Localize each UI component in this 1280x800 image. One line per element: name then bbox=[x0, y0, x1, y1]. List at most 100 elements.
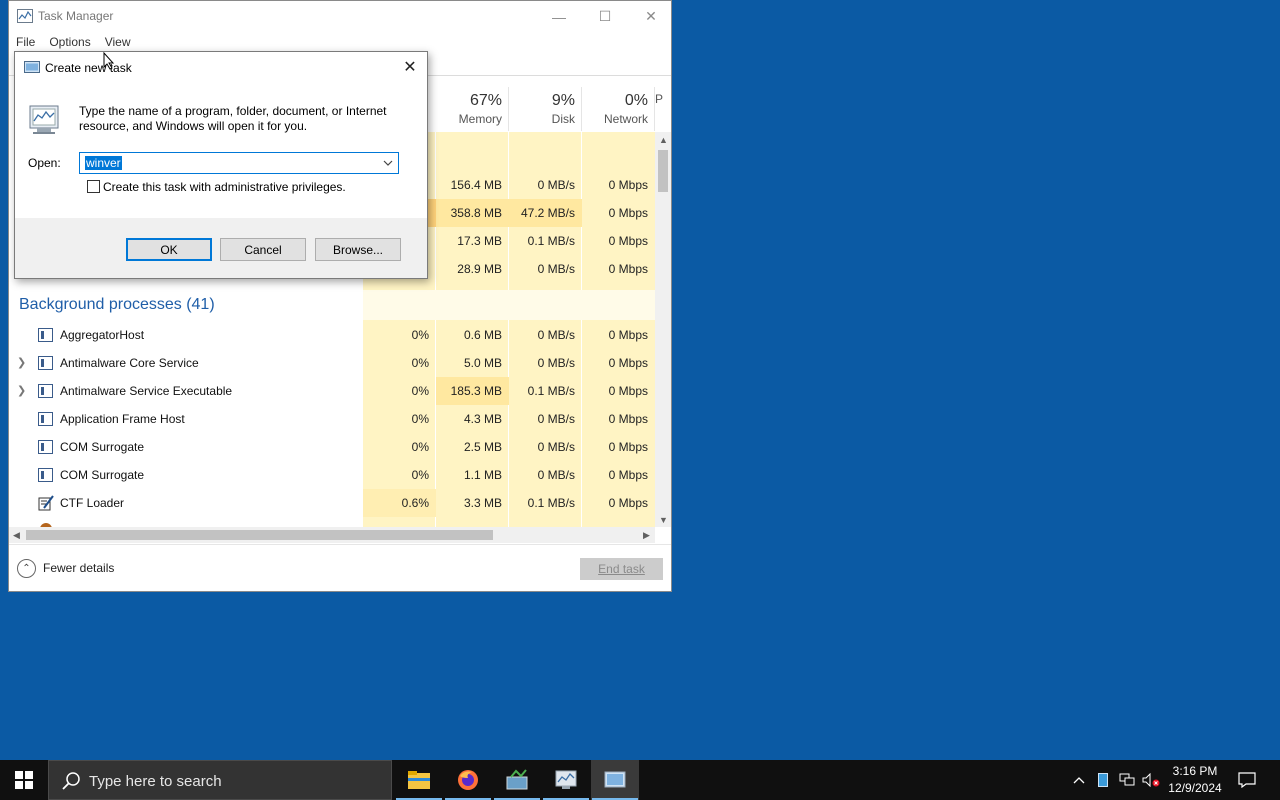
create-new-task-dialog: Create new task ✕ Type the name of a pro… bbox=[14, 51, 428, 279]
taskbar-file-explorer[interactable] bbox=[395, 760, 443, 800]
app-icon bbox=[555, 770, 577, 789]
scrollbar-thumb[interactable] bbox=[658, 150, 668, 192]
end-task-button[interactable]: End task bbox=[580, 558, 663, 580]
open-combobox[interactable]: winver bbox=[79, 152, 399, 174]
cpu-value: 0.6% bbox=[363, 489, 436, 517]
run-icon bbox=[24, 61, 40, 73]
task-manager-icon bbox=[17, 9, 33, 23]
disk-value: 0 MB/s bbox=[537, 468, 575, 482]
menu-options[interactable]: Options bbox=[42, 32, 97, 52]
search-placeholder: Type here to search bbox=[89, 773, 222, 790]
process-icon bbox=[38, 468, 53, 482]
clock-date: 12/9/2024 bbox=[1168, 781, 1222, 795]
scroll-down-icon[interactable]: ▼ bbox=[659, 515, 668, 525]
chevron-right-icon[interactable]: ❯ bbox=[17, 377, 26, 405]
open-input-value[interactable]: winver bbox=[85, 156, 122, 170]
disk-percent: 9% bbox=[551, 92, 575, 109]
chevron-up-icon[interactable]: ⌃ bbox=[17, 559, 36, 578]
network-value: 0 Mbps bbox=[608, 328, 648, 342]
table-row[interactable]: ❯ Antimalware Core Service 0% 5.0 MB 0 M… bbox=[9, 349, 655, 377]
table-row[interactable]: Application Frame Host 0% 4.3 MB 0 MB/s … bbox=[9, 405, 655, 433]
taskbar-app-3[interactable] bbox=[493, 760, 541, 800]
chevron-down-icon[interactable] bbox=[381, 156, 395, 170]
close-icon[interactable]: ✕ bbox=[399, 56, 421, 78]
ok-button[interactable]: OK bbox=[126, 238, 212, 261]
taskbar-search-box[interactable]: Type here to search bbox=[48, 760, 392, 800]
admin-checkbox-label[interactable]: Create this task with administrative pri… bbox=[103, 180, 346, 194]
process-name: COM Surrogate bbox=[60, 468, 145, 482]
tray-app-icon bbox=[1098, 773, 1108, 787]
fewer-details-link[interactable]: Fewer details bbox=[43, 561, 114, 575]
group-header[interactable]: Background processes (41) bbox=[9, 290, 655, 320]
process-icon bbox=[38, 412, 53, 426]
network-value: 0 Mbps bbox=[608, 496, 648, 510]
disk-value: 47.2 MB/s bbox=[509, 199, 582, 227]
disk-value: 0 MB/s bbox=[537, 328, 575, 342]
memory-value: 3.3 MB bbox=[463, 496, 502, 510]
background-processes-header: Background processes (41) bbox=[19, 296, 215, 313]
volume-tray[interactable] bbox=[1140, 760, 1162, 800]
scroll-left-icon[interactable]: ◀ bbox=[13, 530, 20, 541]
process-name: Antimalware Core Service bbox=[60, 356, 199, 370]
dialog-title-bar[interactable]: Create new task ✕ bbox=[15, 52, 427, 82]
vertical-scrollbar[interactable]: ▲ ▼ bbox=[655, 132, 671, 527]
show-hidden-icons[interactable] bbox=[1068, 760, 1090, 800]
cpu-value: 0% bbox=[411, 440, 429, 454]
column-disk[interactable]: 9% Disk bbox=[509, 87, 582, 131]
disk-value: 0 MB/s bbox=[537, 356, 575, 370]
start-button[interactable] bbox=[0, 760, 48, 800]
tray-app[interactable] bbox=[1092, 760, 1114, 800]
process-name: AggregatorHost bbox=[60, 328, 145, 342]
scrollbar-thumb[interactable] bbox=[26, 530, 493, 540]
volume-muted-icon bbox=[1142, 773, 1160, 787]
table-row[interactable]: COM Surrogate 0% 1.1 MB 0 MB/s 0 Mbps bbox=[9, 461, 655, 489]
memory-value: 358.8 MB bbox=[436, 199, 509, 227]
menu-bar: File Options View bbox=[9, 32, 671, 52]
table-row[interactable]: COM Surrogate 0% 2.5 MB 0 MB/s 0 Mbps bbox=[9, 433, 655, 461]
network-tray[interactable] bbox=[1116, 760, 1138, 800]
memory-value: 0.6 MB bbox=[463, 328, 502, 342]
clock-time: 3:16 PM bbox=[1172, 764, 1218, 778]
table-row[interactable]: ❯ Antimalware Service Executable 0% 185.… bbox=[9, 377, 655, 405]
table-row[interactable]: CTF Loader 0.6% 3.3 MB 0.1 MB/s 0 Mbps bbox=[9, 489, 655, 517]
memory-percent: 67% bbox=[469, 92, 502, 109]
minimize-button[interactable]: — bbox=[536, 1, 582, 32]
network-value: 0 Mbps bbox=[608, 440, 648, 454]
maximize-button[interactable]: ☐ bbox=[582, 1, 628, 32]
taskbar: Type here to search 3:16 PM 12/9/2024 bbox=[0, 760, 1280, 800]
cancel-button[interactable]: Cancel bbox=[220, 238, 306, 261]
network-value: 0 Mbps bbox=[608, 468, 648, 482]
column-power[interactable]: P bbox=[655, 87, 671, 131]
admin-checkbox[interactable] bbox=[87, 180, 100, 193]
scroll-right-icon[interactable]: ▶ bbox=[643, 530, 650, 541]
task-manager-icon bbox=[604, 771, 626, 788]
table-row[interactable] bbox=[9, 517, 655, 527]
table-row[interactable]: AggregatorHost 0% 0.6 MB 0 MB/s 0 Mbps bbox=[9, 321, 655, 349]
memory-value: 17.3 MB bbox=[457, 234, 502, 248]
process-name: CTF Loader bbox=[60, 496, 125, 510]
menu-file[interactable]: File bbox=[9, 32, 42, 52]
taskbar-app-4[interactable] bbox=[542, 760, 590, 800]
mouse-cursor-icon bbox=[103, 52, 115, 70]
title-bar[interactable]: Task Manager — ☐ ✕ bbox=[9, 1, 671, 32]
process-name: Application Frame Host bbox=[60, 412, 185, 426]
menu-view[interactable]: View bbox=[98, 32, 138, 52]
app-icon bbox=[506, 769, 528, 790]
memory-value: 185.3 MB bbox=[436, 377, 509, 405]
taskbar-firefox[interactable] bbox=[444, 760, 492, 800]
taskbar-task-manager[interactable] bbox=[591, 760, 639, 800]
column-network[interactable]: 0% Network bbox=[582, 87, 655, 131]
disk-value: 0 MB/s bbox=[537, 178, 575, 192]
scroll-up-icon[interactable]: ▲ bbox=[659, 135, 668, 145]
chevron-right-icon[interactable]: ❯ bbox=[17, 349, 26, 377]
dialog-title: Create new task bbox=[45, 61, 132, 75]
close-button[interactable]: ✕ bbox=[628, 1, 674, 32]
file-explorer-icon bbox=[408, 771, 430, 789]
ctf-loader-icon bbox=[38, 495, 54, 511]
horizontal-scrollbar[interactable]: ◀ ▶ bbox=[9, 527, 655, 543]
action-center-button[interactable] bbox=[1234, 760, 1260, 800]
browse-button[interactable]: Browse... bbox=[315, 238, 401, 261]
clock[interactable]: 3:16 PM 12/9/2024 bbox=[1160, 763, 1230, 797]
column-memory[interactable]: 67% Memory bbox=[436, 87, 509, 131]
dialog-description: Type the name of a program, folder, docu… bbox=[79, 104, 387, 133]
